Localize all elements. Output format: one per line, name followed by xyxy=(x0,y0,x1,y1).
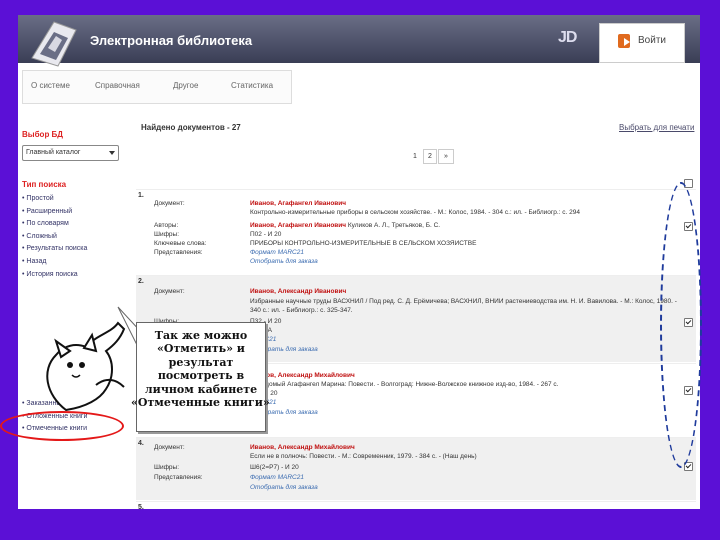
marc-format-link[interactable]: MARC21 xyxy=(250,399,680,406)
page-next[interactable]: » xyxy=(438,149,454,164)
record-field-value: Контрольно-измерительные приборы в сельс… xyxy=(250,209,580,216)
nav-item-stats[interactable]: Статистика xyxy=(231,81,273,90)
page-2[interactable]: 2 xyxy=(423,149,437,164)
search-type-results[interactable]: Результаты поиска xyxy=(22,243,87,256)
record-field-value: П32 - И 20 xyxy=(250,318,282,325)
record-field-label: Шифры: xyxy=(154,231,180,238)
record-number: 2. xyxy=(138,278,144,285)
result-record: 1. Документ: Иванов, Агафангел Иванович … xyxy=(136,189,696,274)
page-1[interactable]: 1 xyxy=(408,149,422,164)
record-number: 1. xyxy=(138,192,144,199)
record-field-value: Если не в полночь: Повести. - М.: Соврем… xyxy=(250,453,477,460)
search-type-history[interactable]: История поиска xyxy=(22,269,87,282)
highlight-red-oval xyxy=(0,411,124,441)
result-record: 5. xyxy=(136,501,696,509)
cartoon-cat-icon xyxy=(46,321,126,412)
callout-bubble: Так же можно «Отметить» и результат посм… xyxy=(131,322,270,432)
record-field-label: Представления: xyxy=(154,249,203,256)
marc-format-link[interactable]: Формат MARC21 xyxy=(250,474,680,481)
record-field-value: Ш6(2=Р7) - И 20 xyxy=(250,464,299,471)
marc-format-link[interactable]: Формат MARC21 xyxy=(250,249,680,256)
found-count: Найдено документов - 27 xyxy=(141,123,241,132)
record-field-value: Избранные научные труды ВАСХНИЛ / Под ре… xyxy=(250,298,677,314)
callout-line: Так же можно xyxy=(154,329,248,342)
record-field-value: П02 - И 20 xyxy=(250,231,282,238)
callout-line: посмотреть в xyxy=(157,369,245,383)
app-title: Электронная библиотека xyxy=(90,33,253,48)
record-field-value: Неведомый Агафангел Марина: Повести. - В… xyxy=(250,381,559,388)
record-field-label: Документ: xyxy=(154,444,185,451)
select-for-print-link[interactable]: Выбрать для печати xyxy=(619,123,694,132)
search-type-extended[interactable]: Расширенный xyxy=(22,206,87,219)
db-select[interactable]: Главный каталог xyxy=(22,145,119,161)
record-field-value: ПРИБОРЫ КОНТРОЛЬНО-ИЗМЕРИТЕЛЬНЫЕ В СЕЛЬС… xyxy=(250,240,477,247)
result-record: 4. Документ: Иванов, Александр Михайлови… xyxy=(136,437,696,500)
order-link[interactable]: Отобрать для заказа xyxy=(250,409,680,416)
order-link[interactable]: Отобрать для заказа xyxy=(250,258,680,265)
record-field-value: Иванов, Александр Иванович xyxy=(250,288,680,295)
callout-line: результат xyxy=(168,355,234,369)
record-field-value: Иванов, Александр Михайлович xyxy=(250,372,680,379)
highlight-blue-dashed-oval xyxy=(660,182,702,468)
db-select-value: Главный каталог xyxy=(26,149,81,156)
nav-item-other[interactable]: Другое xyxy=(173,81,198,90)
nav-strip xyxy=(294,70,684,102)
search-type-complex[interactable]: Сложный xyxy=(22,231,87,244)
record-field-value: Иванов, Александр Михайлович xyxy=(250,444,680,451)
nav-item-about[interactable]: О системе xyxy=(31,81,70,90)
search-type-dictionaries[interactable]: По словарям xyxy=(22,218,87,231)
nav-item-help[interactable]: Справочная xyxy=(95,81,140,90)
db-heading: Выбор БД xyxy=(22,130,63,139)
record-field-value: Иванов, Агафангел Иванович xyxy=(250,200,680,207)
search-type-back[interactable]: Назад xyxy=(22,256,87,269)
search-type-simple[interactable]: Простой xyxy=(22,193,87,206)
callout-line: «Отметить» и xyxy=(157,342,245,356)
order-link[interactable]: Отобрать для заказа xyxy=(250,484,680,491)
author-link[interactable]: Иванов, Александр Иванович xyxy=(250,288,346,295)
coauthors: Куликов А. Л., Третьяков, Б. С. xyxy=(347,222,441,229)
book-logo-icon[interactable] xyxy=(28,18,80,70)
record-field-label: Документ: xyxy=(154,200,185,207)
browser-page: Электронная библиотека JD Войти О систем… xyxy=(18,15,700,509)
search-type-list: Простой Расширенный По словарям Сложный … xyxy=(22,193,87,281)
login-door-icon xyxy=(618,34,630,48)
author-link[interactable]: Иванов, Агафангел Иванович xyxy=(250,222,346,229)
record-number: 4. xyxy=(138,440,144,447)
site-header: Электронная библиотека JD Войти xyxy=(18,15,700,67)
marc-format-link[interactable]: MARC21 xyxy=(250,336,680,343)
record-field-label: Шифры: xyxy=(154,464,180,471)
record-number: 5. xyxy=(138,504,144,509)
login-button[interactable]: Войти xyxy=(599,23,685,63)
record-field-label: Авторы: xyxy=(154,222,179,229)
author-link[interactable]: Иванов, Агафангел Иванович xyxy=(250,200,346,207)
callout-line: личном кабинете xyxy=(144,382,258,396)
login-label: Войти xyxy=(638,35,666,46)
main-nav: О системе Справочная Другое Статистика xyxy=(22,70,292,104)
callout-line: «Отмеченные книги» xyxy=(131,396,270,410)
record-field-label: Документ: xyxy=(154,288,185,295)
site-brand-icon: JD xyxy=(558,29,577,46)
record-field-value: ЛЕЧНА xyxy=(250,327,680,334)
chevron-down-icon xyxy=(109,151,115,155)
record-field-value: Иванов, Агафангел Иванович Куликов А. Л.… xyxy=(250,222,680,229)
record-field-label: Представления: xyxy=(154,474,203,481)
search-type-heading: Тип поиска xyxy=(22,180,67,189)
author-link[interactable]: Иванов, Александр Михайлович xyxy=(250,444,355,451)
record-field-value: Р2 - И 20 xyxy=(250,390,278,397)
record-field-label: Ключевые слова: xyxy=(154,240,207,247)
order-link[interactable]: Отобрать для заказа xyxy=(250,346,680,353)
